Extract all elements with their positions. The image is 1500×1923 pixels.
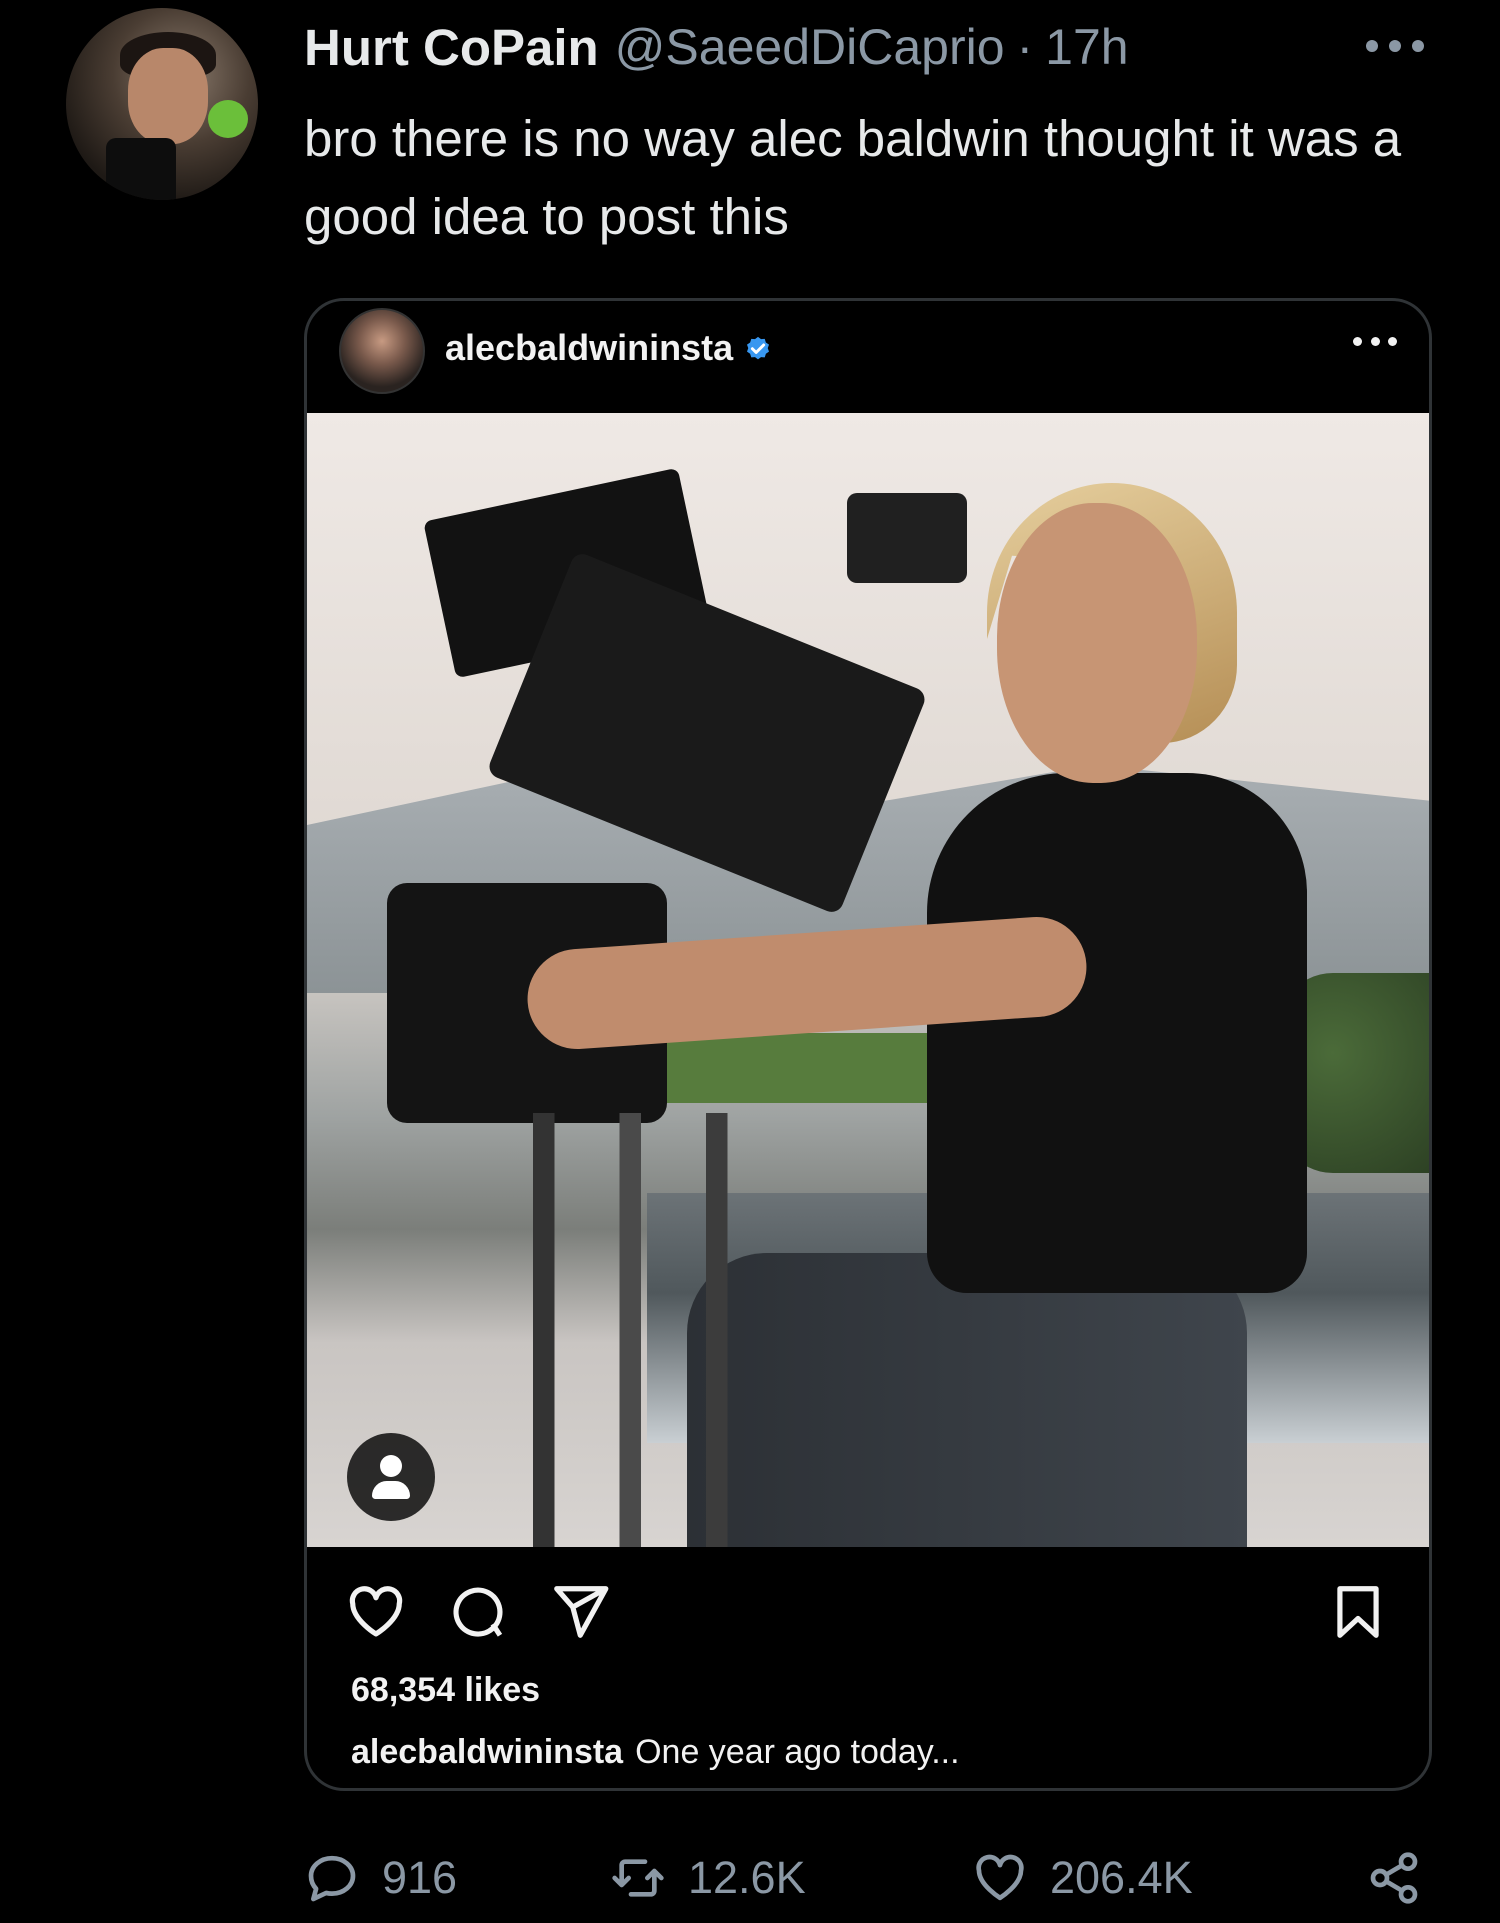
instagram-header: alecbaldwininsta — [307, 301, 1429, 413]
photo-person-body — [927, 773, 1307, 1293]
reply-button[interactable]: 916 — [304, 1848, 457, 1908]
embedded-instagram-post[interactable]: alecbaldwininsta 68,354 likes alecbaldwi… — [304, 298, 1432, 1791]
caption-username[interactable]: alecbaldwininsta — [351, 1733, 623, 1771]
dot-icon — [1388, 337, 1397, 346]
caption-text: One year ago today... — [635, 1733, 960, 1771]
tripod-legs — [497, 1113, 857, 1547]
instagram-avatar[interactable] — [339, 308, 425, 394]
retweet-button[interactable]: 12.6K — [610, 1848, 806, 1908]
author-avatar[interactable] — [66, 8, 258, 200]
retweet-icon — [612, 1859, 664, 1897]
more-options-button[interactable] — [1366, 36, 1424, 56]
dot-icon — [1370, 337, 1380, 346]
instagram-actions — [307, 1563, 1429, 1653]
like-count: 206.4K — [1050, 1852, 1193, 1903]
instagram-caption: alecbaldwininsta One year ago today... — [351, 1733, 960, 1772]
reply-icon — [308, 1855, 356, 1902]
instagram-username[interactable]: alecbaldwininsta — [445, 327, 773, 369]
heart-icon[interactable] — [345, 1581, 407, 1643]
avatar-sticker — [208, 100, 248, 138]
retweet-count: 12.6K — [688, 1852, 806, 1903]
tweet-text: bro there is no way alec baldwin thought… — [304, 110, 1402, 245]
share-nodes-icon — [1370, 1852, 1418, 1904]
photo-person-head — [997, 503, 1197, 783]
bookmark-icon[interactable] — [1327, 1581, 1389, 1643]
instagram-photo[interactable] — [307, 413, 1429, 1547]
instagram-more-button[interactable] — [1353, 337, 1397, 349]
reply-count: 916 — [382, 1852, 458, 1903]
dot-icon — [1412, 40, 1424, 52]
display-name[interactable]: Hurt CoPain — [304, 18, 599, 77]
avatar-face — [128, 48, 208, 144]
instagram-username-text: alecbaldwininsta — [445, 327, 734, 368]
tweet-actions: 916 12.6K 206.4K — [304, 1848, 1434, 1908]
dot-icon — [1389, 40, 1401, 52]
instagram-likes[interactable]: 68,354 likes — [351, 1671, 540, 1710]
dot-icon — [1353, 337, 1362, 346]
tagged-users-icon[interactable] — [347, 1433, 435, 1521]
comment-icon[interactable] — [447, 1581, 509, 1643]
tweet-header: Hurt CoPain @SaeedDiCaprio · 17h — [304, 18, 1129, 77]
timestamp[interactable]: 17h — [1045, 18, 1128, 76]
heart-icon — [976, 1854, 1024, 1901]
photo-camera-rig — [367, 453, 967, 1547]
verified-badge-icon — [747, 337, 770, 360]
user-handle[interactable]: @SaeedDiCaprio — [615, 18, 1005, 76]
share-button[interactable] — [1366, 1848, 1422, 1908]
like-button[interactable]: 206.4K — [972, 1848, 1193, 1908]
avatar-phone — [106, 138, 176, 200]
camera-monitor — [847, 493, 967, 583]
dot-icon — [1366, 40, 1378, 52]
share-icon[interactable] — [549, 1581, 611, 1643]
separator-dot: · — [1016, 19, 1034, 75]
tweet[interactable]: Hurt CoPain @SaeedDiCaprio · 17h bro the… — [0, 0, 1500, 1923]
